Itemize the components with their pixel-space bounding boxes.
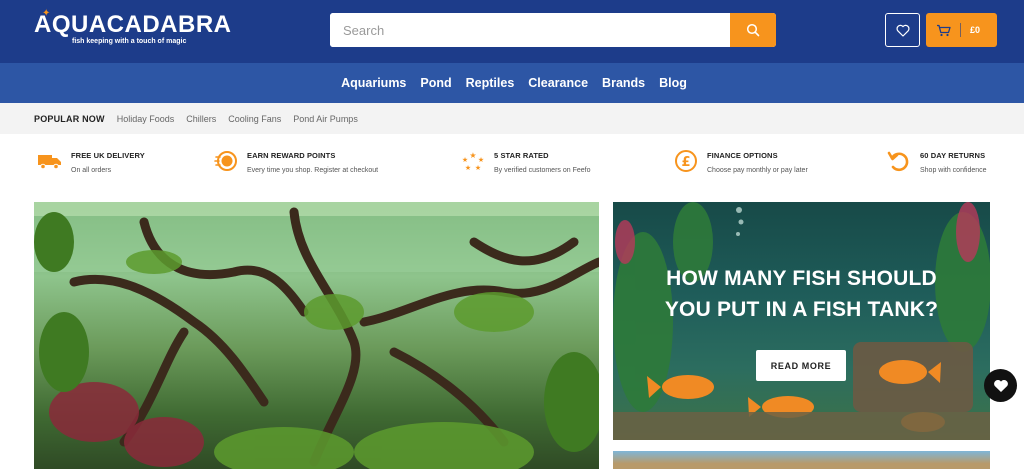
- usp-subtitle: Every time you shop. Register at checkou…: [247, 167, 379, 174]
- cart-divider: [960, 23, 961, 37]
- nav-item-pond[interactable]: Pond: [420, 76, 451, 90]
- pound-icon: £: [673, 148, 699, 174]
- heart-icon: [993, 379, 1008, 392]
- stars-icon: ★ ★ ★ ★ ★: [460, 148, 486, 174]
- usp-title: EARN REWARD POINTS: [247, 151, 336, 160]
- usp-finance: £ FINANCE OPTIONS Choose pay monthly or …: [673, 148, 808, 182]
- reward-coins-icon: [213, 148, 239, 174]
- usp-five-star: ★ ★ ★ ★ ★ 5 STAR RATED By verified custo…: [460, 148, 591, 182]
- logo-wordmark: AQUACADABRA: [34, 11, 232, 38]
- svg-text:★: ★: [465, 164, 471, 172]
- svg-text:£: £: [681, 155, 690, 170]
- popular-link-cooling-fans[interactable]: Cooling Fans: [228, 114, 281, 124]
- usp-title: 5 STAR RATED: [494, 151, 549, 160]
- nav-item-blog[interactable]: Blog: [659, 76, 687, 90]
- search-input[interactable]: [330, 13, 730, 47]
- delivery-truck-icon: [37, 148, 63, 174]
- nav-item-aquariums[interactable]: Aquariums: [341, 76, 406, 90]
- main-nav: Aquariums Pond Reptiles Clearance Brands…: [0, 63, 1024, 103]
- nav-item-reptiles[interactable]: Reptiles: [466, 76, 515, 90]
- usp-subtitle: On all orders: [71, 167, 112, 174]
- read-more-button[interactable]: READ MORE: [756, 350, 846, 381]
- svg-text:★: ★: [469, 151, 476, 160]
- usp-title: FINANCE OPTIONS: [707, 151, 778, 160]
- article-title-line-1: HOW MANY FISH SHOULD: [666, 267, 937, 290]
- popular-link-chillers[interactable]: Chillers: [186, 114, 216, 124]
- wishlist-button[interactable]: [885, 13, 920, 47]
- sparkle-icon: ✦: [42, 8, 51, 19]
- nav-item-clearance[interactable]: Clearance: [528, 76, 588, 90]
- usp-subtitle: By verified customers on Feefo: [494, 167, 591, 174]
- cart-icon: [937, 24, 951, 36]
- search-bar: [330, 13, 776, 47]
- article-title-line-2: YOU PUT IN A FISH TANK?: [664, 298, 939, 321]
- site-header: AQUACADABRA ✦ fish keeping with a touch …: [0, 0, 1024, 63]
- popular-now-title: POPULAR NOW: [34, 113, 105, 124]
- aquascape-image: [34, 202, 599, 469]
- returns-icon: [886, 148, 912, 174]
- logo-tagline: fish keeping with a touch of magic: [72, 38, 187, 45]
- svg-text:★: ★: [475, 164, 481, 172]
- article-title: HOW MANY FISH SHOULD YOU PUT IN A FISH T…: [613, 263, 990, 325]
- popular-now-bar: POPULAR NOW Holiday Foods Chillers Cooli…: [0, 103, 1024, 134]
- floating-wishlist-button[interactable]: [984, 369, 1017, 402]
- usp-returns: 60 DAY RETURNS Shop with confidence: [886, 148, 987, 182]
- search-icon: [746, 23, 760, 37]
- svg-text:★: ★: [478, 156, 484, 164]
- popular-link-pond-air-pumps[interactable]: Pond Air Pumps: [293, 114, 358, 124]
- hero-banner-aquascape[interactable]: [34, 202, 599, 469]
- usp-free-delivery: FREE UK DELIVERY On all orders: [37, 148, 145, 182]
- cart-button[interactable]: £0: [926, 13, 997, 47]
- hero-banner-article[interactable]: HOW MANY FISH SHOULD YOU PUT IN A FISH T…: [613, 202, 990, 440]
- svg-text:★: ★: [462, 156, 468, 164]
- popular-link-holiday-foods[interactable]: Holiday Foods: [117, 114, 175, 124]
- usp-subtitle: Shop with confidence: [920, 167, 987, 174]
- nav-item-brands[interactable]: Brands: [602, 76, 645, 90]
- usp-title: FREE UK DELIVERY: [71, 151, 145, 160]
- heart-icon: [896, 24, 909, 37]
- search-button[interactable]: [730, 13, 776, 47]
- usp-title: 60 DAY RETURNS: [920, 151, 986, 160]
- usp-subtitle: Choose pay monthly or pay later: [707, 167, 808, 174]
- hero-banner-secondary[interactable]: [613, 451, 990, 469]
- logo[interactable]: AQUACADABRA ✦ fish keeping with a touch …: [34, 8, 234, 52]
- cart-total: £0: [970, 25, 981, 35]
- usp-reward-points: EARN REWARD POINTS Every time you shop. …: [213, 148, 378, 182]
